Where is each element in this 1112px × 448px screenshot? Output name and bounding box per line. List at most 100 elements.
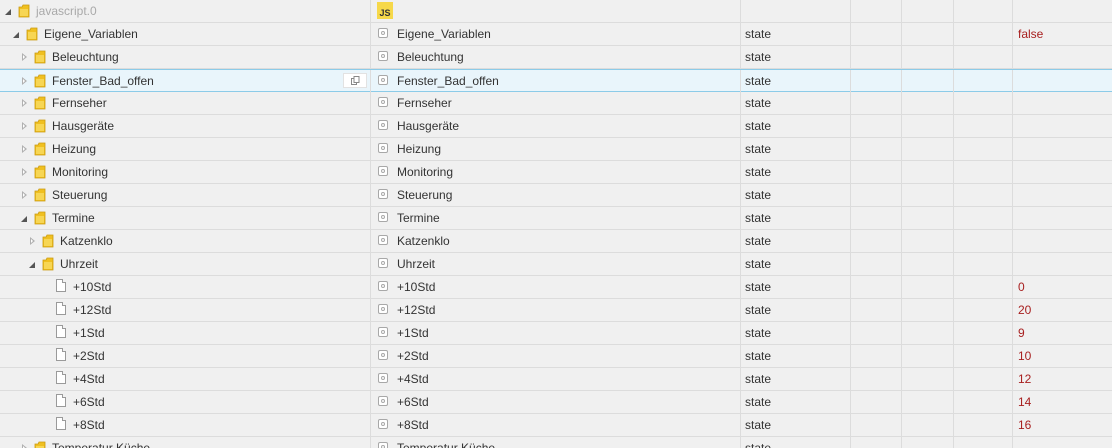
value-cell[interactable] [1013,138,1112,160]
state-icon [378,396,388,406]
expand-toggle-icon[interactable] [30,237,35,245]
value-cell[interactable] [1013,70,1112,92]
function-cell [954,391,1013,413]
tree-row[interactable]: +8Std +8Std state 16 [0,414,1112,437]
object-value[interactable]: 16 [1018,418,1031,432]
expand-toggle-icon[interactable] [22,168,27,176]
collapse-toggle-icon[interactable] [21,216,27,222]
value-cell[interactable]: 16 [1013,414,1112,436]
role-cell [851,207,902,229]
value-cell[interactable] [1013,161,1112,183]
expand-toggle-icon[interactable] [22,53,27,61]
room-cell [902,391,954,413]
value-cell[interactable] [1013,437,1112,448]
expand-toggle-icon[interactable] [22,99,27,107]
label-cell: +12Std [371,299,741,321]
value-cell[interactable] [1013,207,1112,229]
label-cell: +10Std [371,276,741,298]
tree-row[interactable]: Fernseher Fernseher state [0,92,1112,115]
tree-row[interactable]: javascript.0 JS [0,0,1112,23]
tree-row[interactable]: Hausgeräte Hausgeräte state [0,115,1112,138]
object-value[interactable]: false [1018,27,1043,41]
collapse-toggle-icon[interactable] [5,9,11,15]
expand-toggle-icon[interactable] [22,122,27,130]
folder-icon [34,165,46,179]
value-cell[interactable]: 0 [1013,276,1112,298]
object-value[interactable]: 12 [1018,372,1031,386]
value-cell[interactable]: 10 [1013,345,1112,367]
value-cell[interactable] [1013,184,1112,206]
value-cell[interactable] [1013,46,1112,68]
folder-icon [34,119,46,133]
room-cell [902,46,954,68]
room-cell [902,0,954,22]
label-cell: Heizung [371,138,741,160]
file-icon [56,371,66,384]
expand-toggle-icon[interactable] [22,191,27,199]
state-icon [378,97,388,107]
collapse-toggle-icon[interactable] [13,32,19,38]
tree-row[interactable]: Eigene_Variablen Eigene_Variablen state fal… [0,23,1112,46]
object-value[interactable]: 0 [1018,280,1025,294]
tree-row[interactable]: +1Std +1Std state 9 [0,322,1112,345]
value-cell[interactable]: false [1013,23,1112,45]
tree-row[interactable]: Termine Termine state [0,207,1112,230]
value-cell[interactable] [1013,92,1112,114]
expand-toggle-icon[interactable] [22,145,27,153]
type-cell: state [741,276,851,298]
value-cell[interactable] [1013,253,1112,275]
tree-row[interactable]: +12Std +12Std state 20 [0,299,1112,322]
name-cell: Uhrzeit [0,253,371,275]
tree-row[interactable]: Steuerung Steuerung state [0,184,1112,207]
label-cell: Fenster_Bad_offen [371,70,741,92]
value-cell[interactable]: 9 [1013,322,1112,344]
type-cell: state [741,138,851,160]
name-cell: +1Std [0,322,371,344]
expand-toggle-icon[interactable] [22,77,27,85]
object-value[interactable]: 14 [1018,395,1031,409]
tree-row[interactable]: +6Std +6Std state 14 [0,391,1112,414]
object-tree: javascript.0 JS Eigene_Variablen Eigene_Var… [0,0,1112,448]
tree-row[interactable]: Fenster_Bad_offen Fenster_Bad_offen state [0,69,1112,92]
file-icon [56,279,66,292]
label-cell: +2Std [371,345,741,367]
role-cell [851,138,902,160]
object-label: Beleuchtung [397,50,464,64]
tree-row[interactable]: +10Std +10Std state 0 [0,276,1112,299]
file-icon [56,348,66,361]
object-name: +4Std [73,372,105,386]
value-cell[interactable]: 12 [1013,368,1112,390]
collapse-toggle-icon[interactable] [29,262,35,268]
value-cell[interactable]: 20 [1013,299,1112,321]
value-cell[interactable]: 14 [1013,391,1112,413]
tree-row[interactable]: Beleuchtung Beleuchtung state [0,46,1112,69]
expand-toggle-icon[interactable] [22,444,27,448]
value-cell[interactable] [1013,230,1112,252]
tree-row[interactable]: Katzenklo Katzenklo state [0,230,1112,253]
object-name: Fenster_Bad_offen [52,74,154,88]
tree-row[interactable]: Uhrzeit Uhrzeit state [0,253,1112,276]
object-value[interactable]: 20 [1018,303,1031,317]
object-value[interactable]: 10 [1018,349,1031,363]
copy-icon[interactable] [343,73,367,88]
tree-row[interactable]: +4Std +4Std state 12 [0,368,1112,391]
object-label: Steuerung [397,188,453,202]
function-cell [954,115,1013,137]
tree-row[interactable]: +2Std +2Std state 10 [0,345,1112,368]
object-name: Beleuchtung [52,50,119,64]
role-cell [851,161,902,183]
value-cell[interactable] [1013,115,1112,137]
name-cell: Steuerung [0,184,371,206]
name-cell: Beleuchtung [0,46,371,68]
object-value[interactable]: 9 [1018,326,1025,340]
object-label: Katzenklo [397,234,450,248]
object-type: state [745,234,772,248]
tree-row[interactable]: Heizung Heizung state [0,138,1112,161]
object-name: Uhrzeit [60,257,99,271]
type-cell: state [741,70,851,92]
value-cell[interactable] [1013,0,1112,22]
tree-row[interactable]: Monitoring Monitoring state [0,161,1112,184]
object-label: +2Std [397,349,429,363]
tree-row[interactable]: Temperatur Küche Temperatur Küche state [0,437,1112,448]
object-label: Temperatur Küche [397,441,496,448]
